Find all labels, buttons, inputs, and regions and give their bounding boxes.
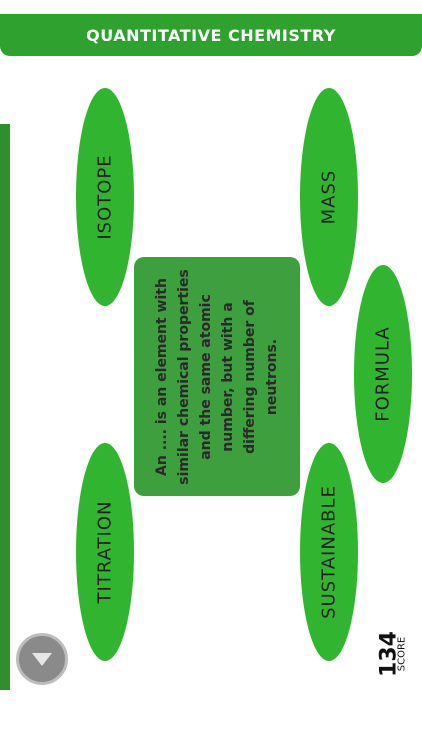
answer-bubble-isotope[interactable]: ISOTOPE [76,88,134,306]
left-rail [0,124,10,690]
answer-label: FORMULA [372,326,394,422]
score-label: SCORE [396,636,408,672]
score-label-box: SCORE [393,630,411,678]
answer-label: MASS [318,169,340,225]
answer-label: SUSTAINABLE [318,485,340,619]
answer-label: TITRATION [94,500,116,604]
answer-bubble-mass[interactable]: MASS [300,88,358,306]
page-title: QUANTITATIVE CHEMISTRY [86,25,336,45]
answer-bubble-sustainable[interactable]: SUSTAINABLE [300,443,358,661]
next-button[interactable] [16,633,68,685]
answer-label: ISOTOPE [94,154,116,240]
question-text: An .... is an element with similar chemi… [154,268,280,485]
page-title-bar: QUANTITATIVE CHEMISTRY [0,14,422,56]
question-card: An .... is an element with similar chemi… [134,257,300,496]
answer-bubble-formula[interactable]: FORMULA [354,265,412,483]
chevron-down-icon [32,653,52,666]
answer-bubble-titration[interactable]: TITRATION [76,443,134,661]
